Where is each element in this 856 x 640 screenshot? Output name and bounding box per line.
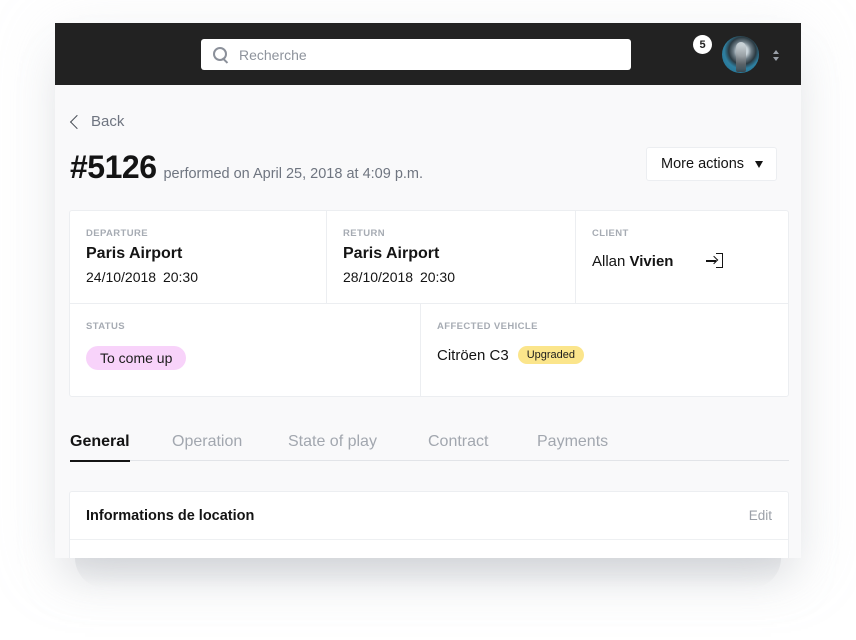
return-label: Return	[343, 228, 385, 239]
departure-cell: Departure Paris Airport 24/10/2018 20:30	[70, 211, 327, 304]
open-client-icon[interactable]	[706, 252, 724, 270]
client-label: Client	[592, 228, 629, 239]
departure-time: 20:30	[162, 269, 199, 285]
client-name[interactable]: Allan Vivien	[592, 253, 673, 270]
edit-button[interactable]: Edit	[749, 508, 772, 523]
chevron-left-icon	[69, 114, 85, 129]
tab-operation[interactable]: Operation	[172, 433, 242, 461]
tab-bar: General Operation State of play Contract…	[70, 433, 789, 462]
back-link[interactable]: Back	[69, 113, 124, 130]
caret-down-icon	[773, 56, 779, 61]
rental-info-card: Informations de location Edit	[69, 491, 789, 558]
notification-badge[interactable]: 5	[693, 35, 712, 54]
client-cell: Client Allan Vivien	[576, 211, 788, 304]
return-datetime: 28/10/2018 20:30	[343, 269, 575, 285]
page-title: #5126 performed on April 25, 2018 at 4:0…	[70, 149, 423, 186]
order-number: #5126	[70, 149, 157, 185]
client-last-name: Vivien	[629, 252, 674, 270]
more-actions-label: More actions	[661, 156, 745, 172]
departure-date: 24/10/2018	[86, 269, 157, 285]
vehicle-label: Affected vehicle	[437, 321, 538, 332]
return-date: 28/10/2018	[343, 269, 414, 285]
search-icon	[211, 45, 231, 65]
departure-place: Paris Airport	[86, 245, 183, 262]
status-badge: To come up	[86, 346, 187, 370]
departure-label: Departure	[86, 228, 149, 239]
client-first-name: Allan	[592, 252, 626, 270]
upgraded-badge: Upgraded	[517, 346, 585, 364]
return-cell: Return Paris Airport 28/10/2018 20:30	[327, 211, 576, 304]
rental-info-title: Informations de location	[86, 507, 255, 524]
caret-up-icon	[773, 49, 779, 54]
app-window: 5 Back #5126 performed on April 25, 2018…	[55, 23, 801, 558]
vehicle-name: Citröen C3	[437, 346, 509, 364]
tab-contract[interactable]: Contract	[428, 433, 488, 461]
tab-payments[interactable]: Payments	[537, 433, 608, 461]
back-label: Back	[91, 113, 125, 130]
window-shadow	[75, 558, 781, 588]
more-actions-button[interactable]: More actions	[646, 147, 777, 181]
return-place: Paris Airport	[343, 245, 440, 262]
rental-info-header: Informations de location Edit	[70, 492, 788, 540]
status-label: Status	[86, 321, 125, 332]
order-performed-date: performed on April 25, 2018 at 4:09 p.m.	[163, 166, 424, 182]
departure-datetime: 24/10/2018 20:30	[86, 269, 326, 285]
user-avatar[interactable]	[722, 36, 759, 73]
search-input[interactable]	[239, 46, 619, 63]
search-box[interactable]	[201, 39, 631, 70]
vehicle-cell: Affected vehicle Citröen C3 Upgraded	[421, 304, 788, 396]
chevron-up-down-icon[interactable]	[771, 47, 781, 63]
top-bar: 5	[55, 23, 801, 85]
caret-down-icon	[755, 160, 763, 168]
reservation-details-card: Departure Paris Airport 24/10/2018 20:30…	[69, 210, 789, 397]
tab-state-of-play[interactable]: State of play	[288, 433, 377, 461]
status-cell: Status To come up	[70, 304, 421, 396]
tab-general[interactable]: General	[70, 433, 130, 462]
return-time: 20:30	[419, 269, 456, 285]
